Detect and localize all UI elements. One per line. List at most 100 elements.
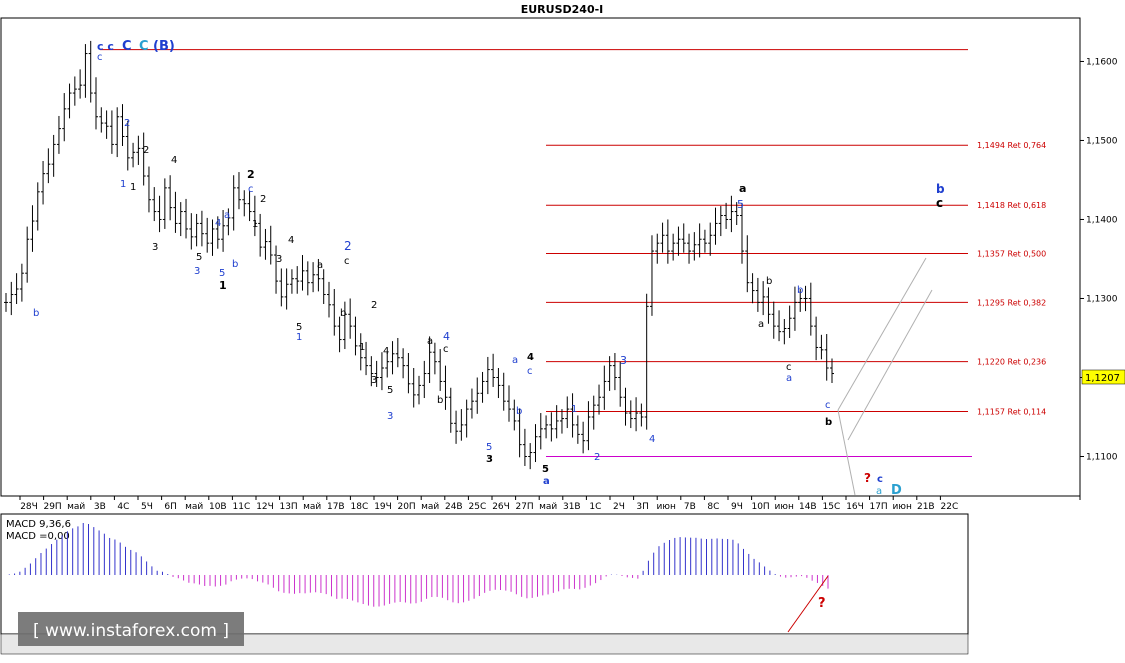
wave-label: 5 (196, 252, 202, 263)
wave-label: 5 (737, 198, 744, 211)
x-tick-label: май (421, 502, 439, 512)
wave-label: 3 (194, 266, 200, 277)
wave-label: 3 (620, 354, 627, 367)
wave-label: 5 (219, 268, 225, 279)
x-tick-label: июн (775, 502, 794, 512)
wave-label: 3 (276, 254, 282, 265)
macd-question: ? (818, 596, 826, 611)
price-bars (4, 40, 834, 470)
wave-label: 2 (371, 300, 377, 311)
wave-label: 5 (542, 464, 549, 475)
x-tick-label: июн (893, 502, 912, 512)
wave-label: 3 (387, 411, 393, 422)
wave-label: c (877, 474, 883, 485)
wave-label: 1 (120, 179, 126, 190)
x-tick-label: 4С (117, 502, 129, 512)
wave-label: a (758, 319, 764, 330)
wave-label: 2 (124, 118, 130, 129)
x-tick-label: май (303, 502, 321, 512)
y-tick-label: 1,1600 (1086, 57, 1118, 67)
wave-label: (B) (153, 39, 175, 54)
wave-label: a (224, 210, 230, 221)
x-tick-label: 6П (164, 502, 177, 512)
x-tick-label: 7В (684, 502, 696, 512)
wave-label: b (33, 308, 39, 319)
wave-label: ? (864, 471, 871, 485)
x-tick-label: 29П (43, 502, 61, 512)
fib-label: 1,1357 Ret 0,500 (977, 249, 1046, 258)
x-tick-label: май (67, 502, 85, 512)
trend-channel (837, 257, 933, 496)
x-tick-label: 14В (799, 502, 817, 512)
y-tick-label: 1,1300 (1086, 294, 1118, 304)
fib-label: 1,1418 Ret 0,618 (977, 201, 1046, 210)
x-tick-label: 18С (351, 502, 369, 512)
x-tick-label: май (185, 502, 203, 512)
x-tick-label: 11С (233, 502, 251, 512)
wave-label: b (936, 182, 945, 196)
wave-label: 4 (443, 330, 450, 343)
x-tick-label: 25С (469, 502, 487, 512)
wave-label: 1 (571, 404, 577, 415)
x-tick-label: 10В (209, 502, 227, 512)
fib-label: 1,1494 Ret 0,764 (977, 141, 1046, 150)
wave-label: b (340, 308, 346, 319)
wave-label: c (786, 362, 792, 373)
wave-label: a (317, 260, 323, 271)
wave-label: b (516, 406, 522, 417)
x-tick-label: 16Ч (846, 502, 864, 512)
wave-label: 1 (252, 219, 258, 230)
x-tick-label: 20П (397, 502, 415, 512)
wave-label: c (443, 344, 449, 355)
x-tick-label: 31В (563, 502, 581, 512)
fib-label: 1,1220 Ret 0,236 (977, 358, 1046, 367)
x-tick-label: 17П (869, 502, 887, 512)
price-axis: 1,16001,15001,14001,13001,12001,1100 (1080, 57, 1118, 462)
wave-label: 1 (296, 332, 302, 343)
wave-label: a (876, 486, 882, 497)
x-tick-label: май (539, 502, 557, 512)
fibonacci-levels: 1,1494 Ret 0,764 1,1418 Ret 0,618 1,1357 R… (100, 49, 1046, 457)
wave-label: 2 (143, 145, 149, 156)
wave-label: 3 (486, 454, 493, 465)
wave-label: D (891, 483, 902, 498)
x-tick-label: 8С (707, 502, 719, 512)
wave-label: a (543, 476, 550, 487)
wave-label: C (139, 39, 149, 54)
y-tick-label: 1,1400 (1086, 215, 1118, 225)
trend-projection (837, 409, 856, 496)
macd-label-1: MACD 9,36,6 (6, 519, 71, 530)
wave-label: 2 (247, 168, 255, 181)
wave-label: b (825, 417, 832, 428)
x-tick-label: 12Ч (256, 502, 274, 512)
x-tick-label: 21В (917, 502, 935, 512)
chart-title: EURUSD240-I (521, 3, 604, 16)
wave-label: c (344, 256, 350, 267)
wave-label: b (766, 276, 772, 287)
wave-label: 3 (371, 375, 377, 386)
x-tick-label: 2Ч (613, 502, 625, 512)
x-tick-label: 24В (445, 502, 463, 512)
wave-label: c (97, 52, 103, 63)
wave-label: c (248, 184, 254, 195)
trend-channel-upper (837, 257, 927, 411)
wave-label: 3 (152, 242, 158, 253)
wave-label: 1 (359, 342, 365, 353)
wave-label: 1 (219, 279, 227, 292)
x-tick-label: 1С (589, 502, 601, 512)
wave-label: 2 (594, 452, 600, 463)
y-tick-label: 1,1500 (1086, 136, 1118, 146)
x-tick-label: июн (657, 502, 676, 512)
fib-label: 1,1295 Ret 0,382 (977, 298, 1046, 307)
wave-label: b (437, 395, 443, 406)
wave-label: 2 (260, 194, 266, 205)
wave-label: 4 (215, 218, 221, 229)
wave-labels: c c C C (B) c 2 2 1 1 4 b 3 2 c 4 a 5 3 … (33, 39, 945, 498)
current-price-label: 1,1207 (1085, 373, 1120, 384)
wave-label: 4 (649, 434, 655, 445)
macd-histogram (8, 523, 829, 607)
x-tick-label: 15С (823, 502, 841, 512)
wave-label: a (512, 355, 518, 366)
x-tick-label: 19Ч (374, 502, 392, 512)
trend-channel-lower (847, 289, 933, 441)
